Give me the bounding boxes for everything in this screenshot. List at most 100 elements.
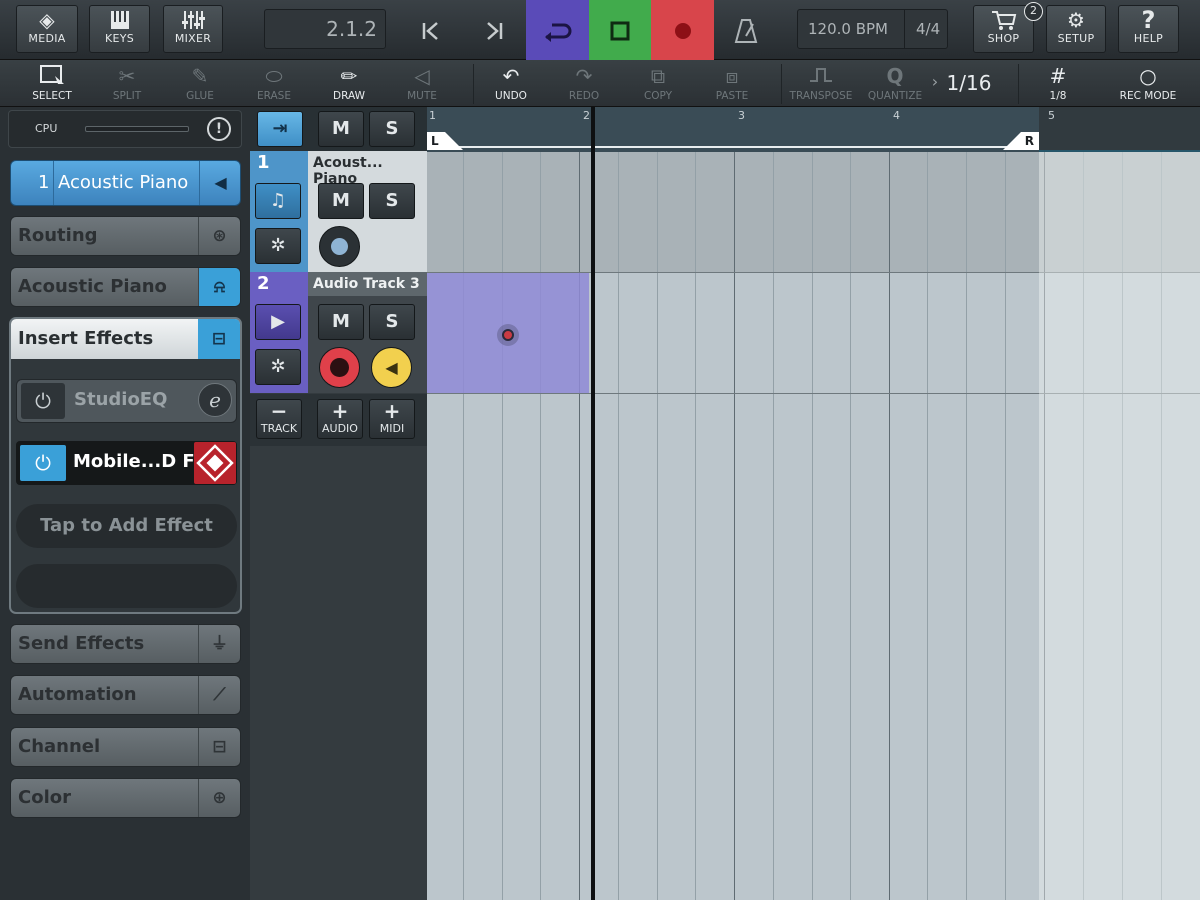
track-edit-icon[interactable]: ✲	[255, 349, 301, 385]
global-mute-button[interactable]: M	[318, 111, 364, 147]
position-display[interactable]: 2.1.2	[264, 9, 386, 49]
minus-icon: −	[270, 399, 288, 423]
mixer-label: MIXER	[174, 32, 212, 45]
divider	[53, 161, 54, 205]
automation-button[interactable]: Automation ⟋	[10, 675, 241, 715]
copy-button[interactable]: ⧉ COPY	[623, 60, 693, 107]
edit-effect-icon[interactable]: e	[198, 383, 232, 417]
timeline-ruler[interactable]: 1 2 3 4 5 L R	[427, 107, 1200, 152]
split-tool-button[interactable]: ✂ SPLIT	[92, 60, 162, 107]
send-effects-button[interactable]: Send Effects ⏚	[10, 624, 241, 664]
undo-button[interactable]: ↶ UNDO	[476, 60, 546, 107]
remove-track-label: TRACK	[260, 422, 298, 435]
track-actions-row: − TRACK + AUDIO + MIDI	[250, 394, 427, 446]
keys-button[interactable]: KEYS	[89, 5, 150, 53]
track-list-header: ⇥ M S	[250, 107, 427, 151]
quantize-value-selector[interactable]: 1/16	[940, 60, 998, 107]
cycle-icon	[544, 23, 571, 42]
transpose-button[interactable]: TRANSPOSE	[786, 60, 856, 107]
record-icon	[674, 22, 691, 39]
track-width-toggle-icon[interactable]: ⇥	[257, 111, 303, 147]
insert-effects-section: Insert Effects ⊟ ⏻ StudioEQ e ⏻ Mobile..…	[9, 317, 242, 614]
bell-icon: ⍾	[198, 268, 240, 306]
metronome-button[interactable]	[716, 0, 776, 60]
glue-tool-button[interactable]: ✎ GLUE	[165, 60, 235, 107]
grid-button[interactable]: # 1/8	[1022, 60, 1094, 107]
setup-label: SETUP	[1057, 32, 1095, 45]
info-icon[interactable]: !	[207, 117, 231, 141]
collapse-arrow-icon[interactable]: ◀	[199, 161, 241, 205]
track-selector[interactable]: 1 Acoustic Piano ◀	[10, 160, 241, 206]
power-icon[interactable]: ⏻	[20, 445, 66, 481]
record-button[interactable]	[651, 0, 714, 60]
effect-slot-2[interactable]: ⏻ Mobile...D FX	[16, 441, 237, 485]
effect-slot-1[interactable]: ⏻ StudioEQ e	[16, 379, 237, 423]
insert-effects-header[interactable]: Insert Effects ⊟	[11, 319, 240, 359]
redo-button[interactable]: ↷ REDO	[549, 60, 619, 107]
setup-button[interactable]: ⚙ SETUP	[1046, 5, 1106, 53]
tempo-signature-display[interactable]: 120.0 BPM 4/4	[797, 9, 948, 49]
routing-button[interactable]: Routing ⊛	[10, 216, 241, 256]
global-solo-button[interactable]: S	[369, 111, 415, 147]
paste-button[interactable]: ⧈ PASTE	[697, 60, 767, 107]
plugin-logo-icon[interactable]	[194, 442, 236, 484]
quantize-button[interactable]: Q QUANTIZE	[860, 60, 930, 107]
add-audio-track-button[interactable]: + AUDIO	[317, 399, 363, 439]
track-header-1[interactable]: 1 Acoust... Piano ♫ ✲ M S	[250, 151, 427, 272]
go-to-start-button[interactable]	[400, 0, 462, 60]
instrument-label: Acoustic Piano	[18, 276, 167, 297]
empty-effect-slot[interactable]	[16, 564, 237, 608]
monitor-speaker-icon[interactable]: ◀	[371, 347, 412, 388]
cpu-meter: CPU !	[8, 110, 242, 148]
metronome-icon	[734, 18, 758, 43]
mute-tool-button[interactable]: ◁ MUTE	[387, 60, 457, 107]
mute-button[interactable]: M	[318, 183, 364, 219]
power-icon[interactable]: ⏻	[21, 383, 65, 419]
glue-icon: ✎	[191, 64, 209, 88]
playhead[interactable]	[591, 107, 595, 900]
piano-icon[interactable]: ♫	[255, 183, 301, 219]
grid-value-label: 1/8	[1049, 90, 1067, 102]
track-edit-icon[interactable]: ✲	[255, 228, 301, 264]
transpose-icon	[786, 60, 856, 90]
keys-label: KEYS	[104, 32, 135, 45]
channel-button[interactable]: Channel ⊟	[10, 727, 241, 767]
record-arm-button[interactable]	[319, 226, 360, 267]
copy-icon: ⧉	[650, 64, 666, 88]
skip-forward-icon	[486, 21, 502, 40]
skip-back-icon	[422, 21, 438, 40]
media-button[interactable]: ◈ MEDIA	[16, 5, 78, 53]
erase-tool-button[interactable]: ⬭ ERASE	[239, 60, 309, 107]
shop-label: SHOP	[987, 32, 1020, 45]
bar-number: 1	[429, 109, 436, 122]
color-label: Color	[18, 787, 71, 808]
rec-mode-button[interactable]: ○ REC MODE	[1112, 60, 1184, 107]
draw-tool-button[interactable]: ✏ DRAW	[313, 60, 385, 107]
stop-button[interactable]	[589, 0, 651, 60]
record-arm-button[interactable]	[319, 347, 360, 388]
mute-label: MUTE	[407, 90, 437, 102]
play-icon[interactable]: ▶	[255, 304, 301, 340]
select-label: SELECT	[32, 90, 72, 102]
scissors-icon: ✂	[118, 64, 136, 88]
instrument-button[interactable]: Acoustic Piano ⍾	[10, 267, 241, 307]
cycle-button[interactable]	[526, 0, 589, 60]
solo-button[interactable]: S	[369, 304, 415, 340]
solo-button[interactable]: S	[369, 183, 415, 219]
color-button[interactable]: Color ⊕	[10, 778, 241, 818]
track-number: 1	[257, 152, 270, 173]
add-effect-slot[interactable]: Tap to Add Effect	[16, 504, 237, 548]
keys-icon	[90, 6, 149, 32]
bar-number: 4	[893, 109, 900, 122]
track-header-2[interactable]: 2 Audio Track 3 ▶ ✲ M S ◀	[250, 272, 427, 393]
arrange-view[interactable]: 1 2 3 4 5 L R	[427, 107, 1200, 900]
add-midi-track-button[interactable]: + MIDI	[369, 399, 415, 439]
mute-button[interactable]: M	[318, 304, 364, 340]
remove-track-button[interactable]: − TRACK	[256, 399, 302, 439]
send-effects-label: Send Effects	[18, 633, 145, 654]
go-to-end-button[interactable]	[462, 0, 525, 60]
select-tool-button[interactable]: SELECT	[16, 60, 88, 107]
mixer-button[interactable]: MIXER	[163, 5, 223, 53]
left-locator-label: L	[431, 134, 439, 148]
help-button[interactable]: ? HELP	[1118, 5, 1179, 53]
